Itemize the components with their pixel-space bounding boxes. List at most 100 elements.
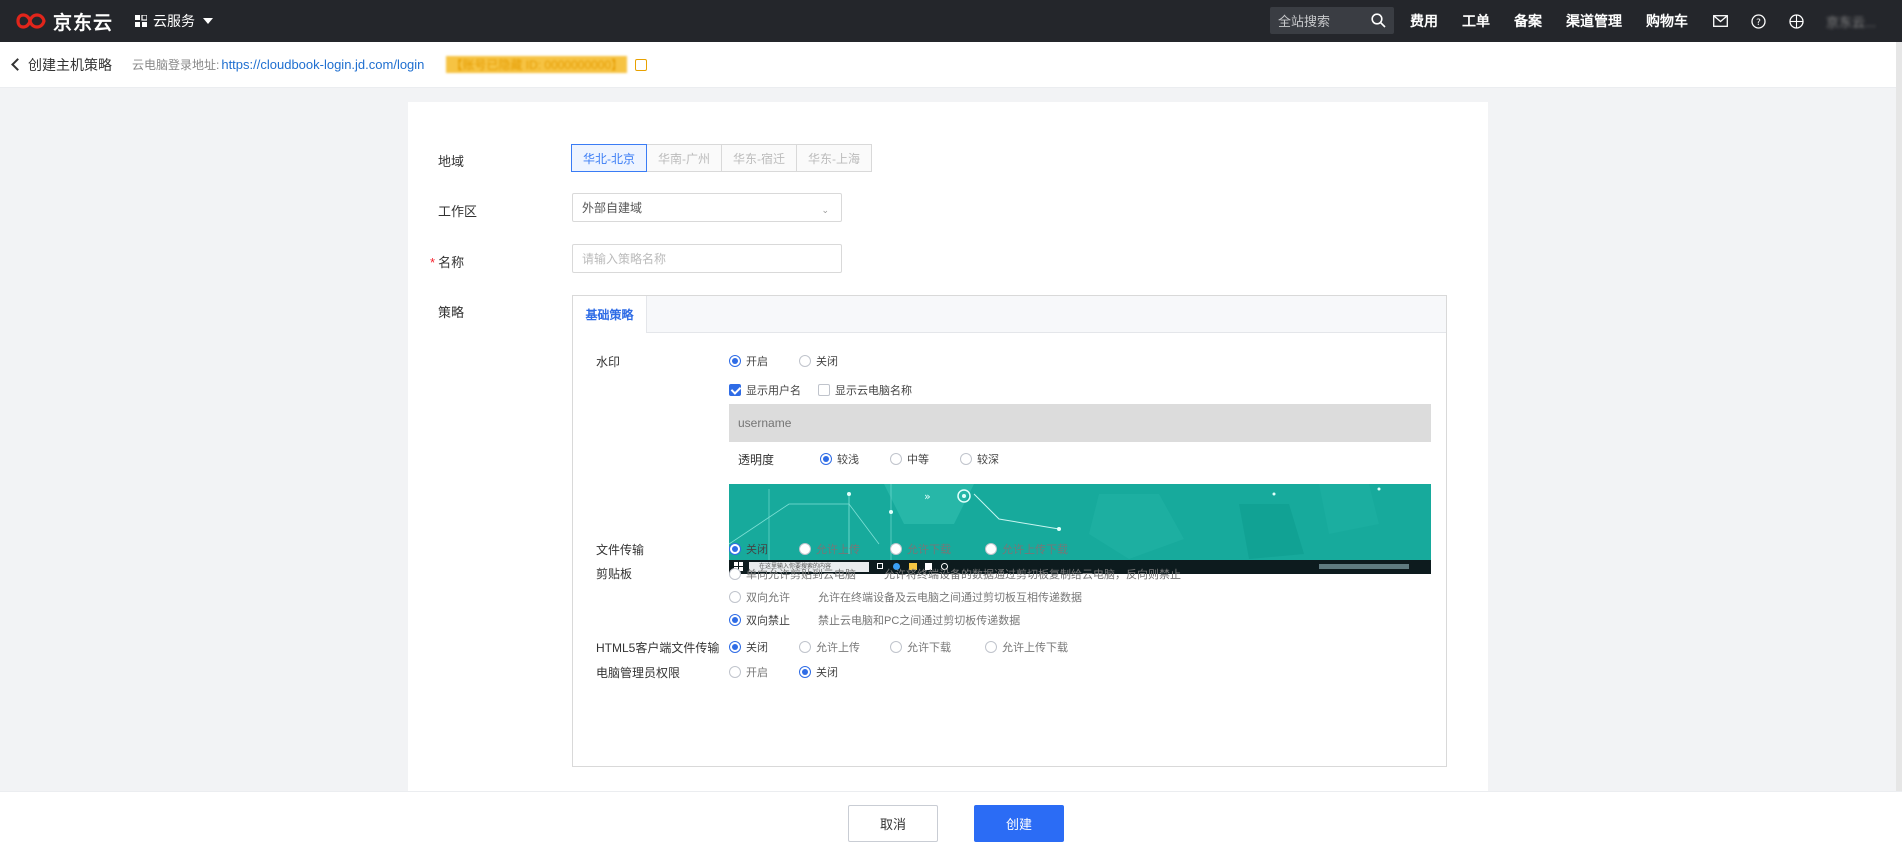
jdcloud-logo[interactable]: 京东云: [14, 8, 113, 35]
radio-unchecked-icon: [799, 641, 811, 653]
radio-unchecked-icon: [799, 543, 811, 555]
option-label: 允许上传: [816, 642, 860, 654]
back-button[interactable]: 创建主机策略: [11, 55, 112, 75]
help-icon[interactable]: ?: [1750, 13, 1766, 29]
cancel-button[interactable]: 取消: [848, 805, 938, 842]
file-transfer-download-radio[interactable]: 允许下载: [890, 541, 951, 557]
nav-channel[interactable]: 渠道管理: [1566, 11, 1622, 31]
option-label: 开启: [746, 667, 768, 679]
watermark-preview-image: » 在这里输入你要搜索的内容: [729, 484, 1431, 574]
option-label: 显示云电脑名称: [835, 385, 912, 397]
language-icon[interactable]: [1788, 13, 1804, 29]
global-search[interactable]: 全站搜索: [1270, 7, 1394, 34]
option-label: 单向允许剪贴到云电脑: [746, 569, 856, 581]
workspace-value: 外部自建域: [582, 201, 643, 215]
name-label-text: 名称: [438, 255, 465, 270]
option-label: 双向禁止: [746, 615, 790, 627]
html5-transfer-upload-radio[interactable]: 允许上传: [799, 639, 860, 655]
show-pc-name-checkbox[interactable]: 显示云电脑名称: [818, 382, 912, 398]
region-option-shanghai[interactable]: 华东-上海: [796, 144, 872, 172]
radio-unchecked-icon: [729, 568, 741, 580]
admin-permission-label: 电脑管理员权限: [596, 666, 681, 680]
cloud-services-label: 云服务: [153, 13, 196, 29]
file-transfer-both-radio[interactable]: 允许上传下载: [985, 541, 1068, 557]
nav-fees[interactable]: 费用: [1410, 11, 1438, 31]
page-header: 创建主机策略 云电脑登录地址: https://cloudbook-login.…: [0, 42, 1902, 88]
show-username-checkbox[interactable]: 显示用户名: [729, 382, 801, 398]
admin-on-radio[interactable]: 开启: [729, 664, 768, 680]
workspace-select[interactable]: 外部自建域 ⌄: [572, 193, 842, 222]
action-bar: 取消 创建: [0, 791, 1902, 851]
clipboard-disabled-radio[interactable]: 双向禁止 禁止云电脑和PC之间通过剪切板传递数据: [729, 612, 1020, 628]
watermark-label: 水印: [596, 355, 621, 369]
page-scrollbar[interactable]: [1896, 42, 1902, 792]
top-navbar: 京东云 云服务 全站搜索 费用 工单 备案 渠道管理 购物车 ? 京东云...: [0, 0, 1902, 42]
login-address-label: 云电脑登录地址:: [132, 58, 220, 72]
file-transfer-upload-radio[interactable]: 允许上传: [799, 541, 860, 557]
policy-label: 策略: [438, 305, 465, 320]
html5-transfer-off-radio[interactable]: 关闭: [729, 639, 768, 655]
nav-cart[interactable]: 购物车: [1646, 11, 1688, 31]
checkbox-checked-icon: [729, 384, 741, 396]
opacity-light-radio[interactable]: 较浅: [820, 451, 859, 467]
region-option-guangzhou[interactable]: 华南-广州: [646, 144, 722, 172]
create-button[interactable]: 创建: [974, 805, 1064, 842]
radio-checked-icon: [729, 355, 741, 367]
radio-unchecked-icon: [890, 453, 902, 465]
watermark-on-radio[interactable]: 开启: [729, 353, 768, 369]
option-label: 关闭: [816, 356, 838, 368]
radio-unchecked-icon: [890, 543, 902, 555]
radio-unchecked-icon: [729, 591, 741, 603]
region-option-beijing[interactable]: 华北-北京: [571, 144, 647, 172]
option-description: 允许将终端设备的数据通过剪切板复制给云电脑，反向则禁止: [884, 569, 1181, 581]
chevron-left-icon: [11, 58, 24, 71]
region-label: 地域: [438, 154, 465, 169]
policy-tabs: 基础策略: [573, 296, 1446, 333]
radio-checked-icon: [729, 614, 741, 626]
file-transfer-label: 文件传输: [596, 543, 645, 557]
chevron-down-icon: ⌄: [821, 205, 829, 215]
radio-unchecked-icon: [799, 355, 811, 367]
radio-unchecked-icon: [960, 453, 972, 465]
option-label: 显示用户名: [746, 385, 801, 397]
search-icon[interactable]: [1371, 13, 1386, 28]
file-transfer-off-radio[interactable]: 关闭: [729, 541, 768, 557]
option-label: 中等: [907, 454, 929, 466]
policy-name-input[interactable]: [572, 244, 842, 273]
opacity-dark-radio[interactable]: 较深: [960, 451, 999, 467]
user-account[interactable]: 京东云...: [1826, 12, 1876, 31]
copy-icon[interactable]: [635, 58, 648, 71]
cloud-services-menu[interactable]: 云服务: [135, 11, 214, 31]
html5-transfer-download-radio[interactable]: 允许下载: [890, 639, 951, 655]
radio-unchecked-icon: [729, 666, 741, 678]
option-label: 较深: [977, 454, 999, 466]
radio-checked-icon: [729, 543, 741, 555]
grid-icon: [135, 15, 148, 27]
admin-off-radio[interactable]: 关闭: [799, 664, 838, 680]
clipboard-two-way-radio[interactable]: 双向允许 允许在终端设备及云电脑之间通过剪切板互相传递数据: [729, 589, 1082, 605]
region-option-suqian[interactable]: 华东-宿迁: [721, 144, 797, 172]
option-description: 允许在终端设备及云电脑之间通过剪切板互相传递数据: [818, 592, 1082, 604]
watermark-text-input[interactable]: [729, 404, 1431, 442]
option-label: 允许下载: [907, 642, 951, 654]
jdcloud-logo-icon: [16, 13, 46, 29]
caret-down-icon: [203, 18, 214, 24]
mail-icon[interactable]: [1712, 13, 1728, 29]
nav-icp[interactable]: 备案: [1514, 11, 1542, 31]
option-description: 禁止云电脑和PC之间通过剪切板传递数据: [818, 615, 1021, 627]
clipboard-label: 剪贴板: [596, 567, 633, 581]
required-mark: *: [430, 255, 436, 270]
html5-transfer-both-radio[interactable]: 允许上传下载: [985, 639, 1068, 655]
opacity-label: 透明度: [738, 453, 775, 467]
login-address-link[interactable]: https://cloudbook-login.jd.com/login: [221, 57, 424, 72]
html5-transfer-label: HTML5客户端文件传输: [596, 641, 720, 655]
option-label: 关闭: [746, 544, 768, 556]
tab-basic-policy[interactable]: 基础策略: [573, 296, 647, 333]
watermark-off-radio[interactable]: 关闭: [799, 353, 838, 369]
nav-tickets[interactable]: 工单: [1462, 11, 1490, 31]
option-label: 开启: [746, 356, 768, 368]
radio-unchecked-icon: [985, 641, 997, 653]
opacity-medium-radio[interactable]: 中等: [890, 451, 929, 467]
clipboard-one-way-radio[interactable]: 单向允许剪贴到云电脑 允许将终端设备的数据通过剪切板复制给云电脑，反向则禁止: [729, 566, 1181, 582]
policy-panel: 基础策略 水印 开启 关闭 显示用户名 显示云电脑名称 透明度 较浅 中等 较深: [572, 295, 1447, 767]
